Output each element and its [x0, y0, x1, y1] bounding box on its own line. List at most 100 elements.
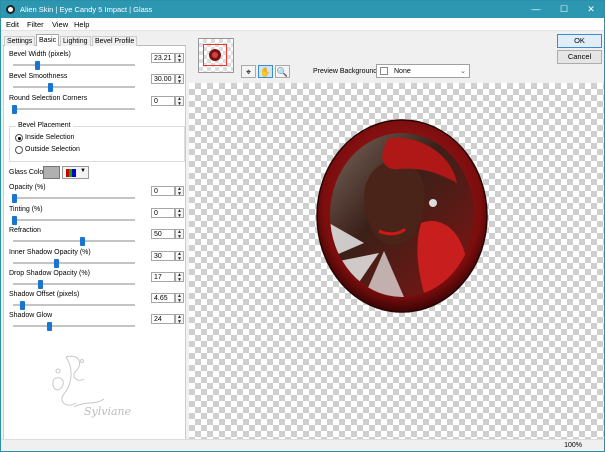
bevel-width-input[interactable]: 23.21: [151, 53, 175, 63]
preview-background-value: None: [394, 68, 411, 75]
color-picker-button[interactable]: ▼: [62, 166, 89, 179]
inner-shadow-opacity-slider[interactable]: [13, 259, 135, 268]
navigator-thumbnail[interactable]: [198, 38, 234, 73]
opacity-slider-thumb[interactable]: [12, 194, 17, 203]
inner-shadow-opacity-input[interactable]: 30: [151, 251, 175, 261]
drop-shadow-opacity-spinner[interactable]: ▲ ▼: [175, 272, 184, 282]
round-corners-input[interactable]: 0: [151, 96, 175, 106]
shadow-offset-input[interactable]: 4.65: [151, 293, 175, 303]
shadow-glow-spinner[interactable]: ▲ ▼: [175, 314, 184, 324]
tinting-slider-thumb[interactable]: [12, 216, 17, 225]
preview-area: ⌖ ✋ 🔍 Preview Background: None ⌄: [189, 34, 604, 440]
refraction-spinner[interactable]: ▲ ▼: [175, 229, 184, 239]
opacity-slider[interactable]: [12, 194, 135, 203]
tinting-spinner[interactable]: ▲ ▼: [175, 208, 184, 218]
opacity-spinner[interactable]: ▲ ▼: [175, 186, 184, 196]
preview-canvas[interactable]: [189, 83, 604, 440]
bevel-smoothness-label: Bevel Smoothness: [9, 73, 68, 80]
magnifier-icon: 🔍: [276, 67, 289, 77]
zoom-level: 100%: [564, 442, 582, 449]
round-corners-spinner[interactable]: ▲ ▼: [175, 96, 184, 106]
shadow-glow-input[interactable]: 24: [151, 314, 175, 324]
glass-color-label: Glass Color: [9, 169, 46, 176]
hand-arrow-icon: ⌖: [245, 67, 252, 77]
watermark: Sylviane: [52, 355, 132, 418]
refraction-input[interactable]: 50: [151, 229, 175, 239]
tab-basic[interactable]: Basic: [36, 34, 60, 46]
inner-shadow-opacity-label: Inner Shadow Opacity (%): [9, 249, 91, 256]
bevel-smoothness-slider[interactable]: [13, 83, 135, 92]
outside-selection-radio[interactable]: [15, 146, 23, 154]
shadow-glow-slider[interactable]: [13, 322, 135, 331]
shadow-offset-label: Shadow Offset (pixels): [9, 291, 80, 298]
cancel-button[interactable]: Cancel: [557, 50, 602, 64]
preview-background-select[interactable]: None ⌄: [376, 64, 470, 78]
refraction-slider-thumb[interactable]: [80, 237, 86, 246]
refraction-label: Refraction: [9, 227, 41, 234]
tab-lighting[interactable]: Lighting: [60, 36, 91, 46]
menu-help[interactable]: Help: [74, 20, 89, 29]
preview-image: [316, 119, 488, 313]
palette-icon: [66, 169, 76, 177]
preview-background-label: Preview Background:: [313, 68, 380, 75]
bevel-smoothness-slider-thumb[interactable]: [48, 83, 53, 92]
ok-button[interactable]: OK: [557, 34, 602, 48]
bevel-smoothness-spinner[interactable]: ▲ ▼: [175, 74, 184, 84]
chevron-down-icon: ⌄: [460, 68, 466, 75]
zoom-tool-button[interactable]: 🔍: [275, 65, 290, 78]
opacity-label: Opacity (%): [9, 184, 46, 191]
drop-shadow-opacity-slider-thumb[interactable]: [38, 280, 44, 289]
navigator-viewport[interactable]: [203, 44, 227, 66]
bevel-smoothness-input[interactable]: 30.00: [151, 74, 175, 84]
settings-panel: Settings Basic Lighting Bevel Profile Be…: [3, 34, 186, 440]
inside-selection-radio[interactable]: [15, 134, 23, 142]
basic-tab-body: Bevel Width (pixels) 23.21 ▲ ▼ Bevel Smoo…: [3, 46, 186, 440]
inner-shadow-opacity-slider-thumb[interactable]: [54, 259, 59, 268]
drop-shadow-opacity-label: Drop Shadow Opacity (%): [9, 270, 90, 277]
bevel-width-label: Bevel Width (pixels): [9, 51, 71, 58]
glass-color-swatch[interactable]: [43, 166, 60, 179]
bevel-width-slider[interactable]: [13, 61, 135, 70]
tinting-input[interactable]: 0: [151, 208, 175, 218]
tab-strip: Settings Basic Lighting Bevel Profile: [3, 34, 186, 46]
menu-filter[interactable]: Filter: [27, 20, 44, 29]
drop-shadow-opacity-slider[interactable]: [13, 280, 135, 289]
hand-icon: ✋: [259, 67, 272, 77]
tab-settings[interactable]: Settings: [4, 36, 36, 46]
chevron-down-icon: ▼: [80, 168, 86, 174]
bevel-width-slider-thumb[interactable]: [34, 61, 40, 70]
refraction-slider[interactable]: [13, 237, 135, 246]
menu-edit[interactable]: Edit: [6, 20, 19, 29]
bevel-width-spinner[interactable]: ▲ ▼: [175, 53, 184, 63]
zoom-select-tool-button[interactable]: ⌖: [241, 65, 256, 78]
maximize-button[interactable]: ☐: [551, 1, 577, 18]
shadow-offset-slider[interactable]: [13, 301, 135, 310]
inside-selection-label[interactable]: Inside Selection: [25, 134, 74, 141]
minimize-button[interactable]: —: [523, 1, 549, 18]
inner-shadow-opacity-spinner[interactable]: ▲ ▼: [175, 251, 184, 261]
title-bar: Alien Skin | Eye Candy 5 Impact | Glass …: [1, 1, 604, 18]
round-corners-slider[interactable]: [12, 105, 135, 114]
watermark-text: Sylviane: [84, 405, 132, 418]
tinting-slider[interactable]: [12, 216, 135, 225]
tab-bevel-profile[interactable]: Bevel Profile: [92, 36, 138, 46]
app-icon: [6, 5, 15, 14]
glass-dialog: Alien Skin | Eye Candy 5 Impact | Glass …: [0, 0, 605, 452]
shadow-glow-slider-thumb[interactable]: [46, 322, 52, 331]
close-button[interactable]: ✕: [578, 1, 604, 18]
bevel-placement-title: Bevel Placement: [16, 122, 73, 129]
shadow-offset-spinner[interactable]: ▲ ▼: [175, 293, 184, 303]
shadow-offset-slider-thumb[interactable]: [20, 301, 26, 310]
status-bar: 100%: [1, 439, 604, 451]
menu-view[interactable]: View: [52, 20, 68, 29]
pan-tool-button[interactable]: ✋: [258, 65, 273, 78]
shadow-glow-label: Shadow Glow: [9, 312, 53, 319]
round-corners-slider-thumb[interactable]: [12, 105, 17, 114]
window-title: Alien Skin | Eye Candy 5 Impact | Glass: [20, 5, 153, 14]
opacity-input[interactable]: 0: [151, 186, 175, 196]
bevel-placement-group: Bevel Placement Inside Selection Outside…: [9, 122, 185, 162]
round-corners-label: Round Selection Corners: [9, 95, 88, 102]
document-icon: [380, 67, 388, 75]
outside-selection-label[interactable]: Outside Selection: [25, 146, 80, 153]
drop-shadow-opacity-input[interactable]: 17: [151, 272, 175, 282]
